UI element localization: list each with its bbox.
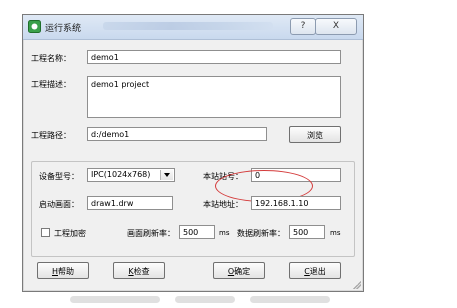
- title-blur-region: [103, 22, 273, 30]
- browse-button[interactable]: 浏览: [289, 126, 341, 143]
- project-path-input[interactable]: d:/demo1: [87, 127, 267, 141]
- close-icon[interactable]: X: [315, 18, 357, 35]
- app-icon: [28, 20, 41, 33]
- exit-button-label: 退出: [309, 267, 326, 276]
- chevron-down-icon[interactable]: [160, 170, 173, 180]
- device-model-label: 设备型号：: [39, 172, 79, 181]
- window-title: 运行系统: [45, 24, 82, 34]
- encrypt-label: 工程加密: [54, 229, 86, 238]
- blur-strip: [175, 296, 235, 303]
- blur-strip: [70, 296, 160, 303]
- run-system-dialog: 运行系统 ? X 工程名称： demo1 工程描述： demo1 project…: [22, 14, 364, 292]
- help-button[interactable]: H帮助: [37, 262, 89, 279]
- ok-button[interactable]: O确定: [213, 262, 265, 279]
- screen-refresh-label: 画面刷新率：: [127, 229, 175, 238]
- help-button-label: 帮助: [58, 267, 74, 276]
- device-model-select[interactable]: IPC(1024x768): [87, 168, 175, 182]
- start-screen-input[interactable]: draw1.drw: [87, 196, 173, 210]
- check-button-label: 检查: [133, 267, 150, 276]
- station-addr-label: 本站地址：: [203, 200, 243, 209]
- encrypt-checkbox[interactable]: [41, 228, 50, 237]
- data-refresh-input[interactable]: 500: [289, 225, 325, 239]
- project-desc-input[interactable]: demo1 project: [87, 76, 341, 118]
- blur-strip: [250, 296, 330, 303]
- help-icon[interactable]: ?: [290, 18, 316, 35]
- screen-refresh-input[interactable]: 500: [179, 225, 215, 239]
- project-path-label: 工程路径：: [31, 131, 71, 140]
- resize-grip[interactable]: [351, 279, 361, 289]
- device-model-value: IPC(1024x768): [91, 170, 151, 179]
- start-screen-label: 启动画面：: [39, 200, 79, 209]
- station-addr-input[interactable]: 192.168.1.10: [251, 196, 341, 210]
- title-bar[interactable]: 运行系统 ? X: [23, 15, 363, 40]
- project-desc-label: 工程描述：: [31, 80, 71, 89]
- project-name-input[interactable]: demo1: [87, 50, 341, 64]
- ok-button-label: 确定: [234, 267, 251, 276]
- project-name-label: 工程名称：: [31, 54, 71, 63]
- exit-button[interactable]: C退出: [289, 262, 341, 279]
- data-refresh-label: 数据刷新率：: [237, 229, 285, 238]
- check-button[interactable]: K检查: [113, 262, 165, 279]
- data-refresh-unit: ms: [330, 229, 341, 237]
- screen-refresh-unit: ms: [219, 229, 230, 237]
